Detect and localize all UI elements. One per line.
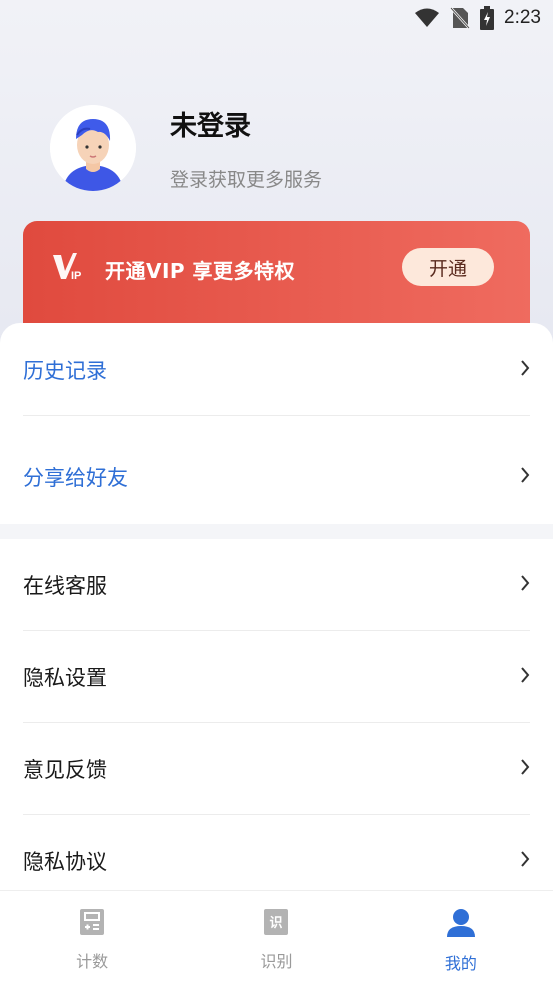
divider bbox=[23, 630, 530, 631]
avatar[interactable] bbox=[50, 105, 136, 191]
status-bar: 2:23 bbox=[0, 0, 553, 36]
tab-recognize[interactable]: 识 识别 bbox=[184, 891, 368, 983]
chevron-right-icon bbox=[520, 758, 530, 780]
user-icon bbox=[445, 908, 477, 942]
tab-mine[interactable]: 我的 bbox=[369, 891, 553, 983]
recognize-icon: 识 bbox=[263, 908, 289, 940]
divider bbox=[23, 814, 530, 815]
login-subtitle: 登录获取更多服务 bbox=[170, 169, 323, 191]
tab-label: 识别 bbox=[260, 952, 293, 971]
chevron-right-icon bbox=[520, 466, 530, 488]
menu-label: 意见反馈 bbox=[23, 758, 107, 782]
menu-label: 历史记录 bbox=[23, 359, 107, 383]
wifi-icon bbox=[414, 8, 440, 28]
tab-label: 计数 bbox=[76, 952, 109, 971]
svg-text:IP: IP bbox=[71, 270, 81, 281]
menu-item-feedback[interactable]: 意见反馈 bbox=[23, 746, 530, 792]
menu-item-privacy-policy[interactable]: 隐私协议 bbox=[23, 838, 530, 884]
chevron-right-icon bbox=[520, 574, 530, 596]
menu-label: 在线客服 bbox=[23, 574, 107, 598]
no-sim-icon bbox=[450, 6, 470, 30]
profile-section[interactable]: 未登录 登录获取更多服务 bbox=[50, 104, 322, 192]
menu-card-primary: 历史记录 分享给好友 bbox=[0, 323, 553, 524]
login-status-title[interactable]: 未登录 bbox=[170, 104, 322, 143]
battery-charging-icon bbox=[480, 6, 495, 30]
section-gap bbox=[0, 524, 553, 539]
chevron-right-icon bbox=[520, 359, 530, 381]
status-time: 2:23 bbox=[504, 7, 541, 28]
menu-item-share[interactable]: 分享给好友 bbox=[23, 454, 530, 500]
vip-logo-icon: IP bbox=[51, 251, 85, 285]
vip-open-button[interactable]: 开通 bbox=[402, 248, 494, 286]
tab-label: 我的 bbox=[444, 954, 477, 973]
menu-card-secondary: 在线客服 隐私设置 意见反馈 隐私协议 bbox=[0, 539, 553, 891]
menu-label: 分享给好友 bbox=[23, 466, 128, 490]
menu-item-privacy-settings[interactable]: 隐私设置 bbox=[23, 654, 530, 700]
menu-label: 隐私协议 bbox=[23, 850, 107, 874]
menu-item-history[interactable]: 历史记录 bbox=[23, 347, 530, 393]
chevron-right-icon bbox=[520, 666, 530, 688]
divider bbox=[23, 415, 530, 416]
menu-label: 隐私设置 bbox=[23, 666, 107, 690]
chevron-right-icon bbox=[520, 850, 530, 872]
count-icon bbox=[79, 908, 105, 940]
tab-count[interactable]: 计数 bbox=[0, 891, 184, 983]
bottom-tab-bar: 计数 识 识别 我的 bbox=[0, 890, 553, 983]
svg-text:识: 识 bbox=[270, 916, 283, 931]
divider bbox=[23, 722, 530, 723]
vip-promo-text: 开通VIP 享更多特权 bbox=[105, 259, 296, 283]
vip-banner[interactable]: IP 开通VIP 享更多特权 开通 bbox=[23, 221, 530, 331]
menu-item-support[interactable]: 在线客服 bbox=[23, 562, 530, 608]
